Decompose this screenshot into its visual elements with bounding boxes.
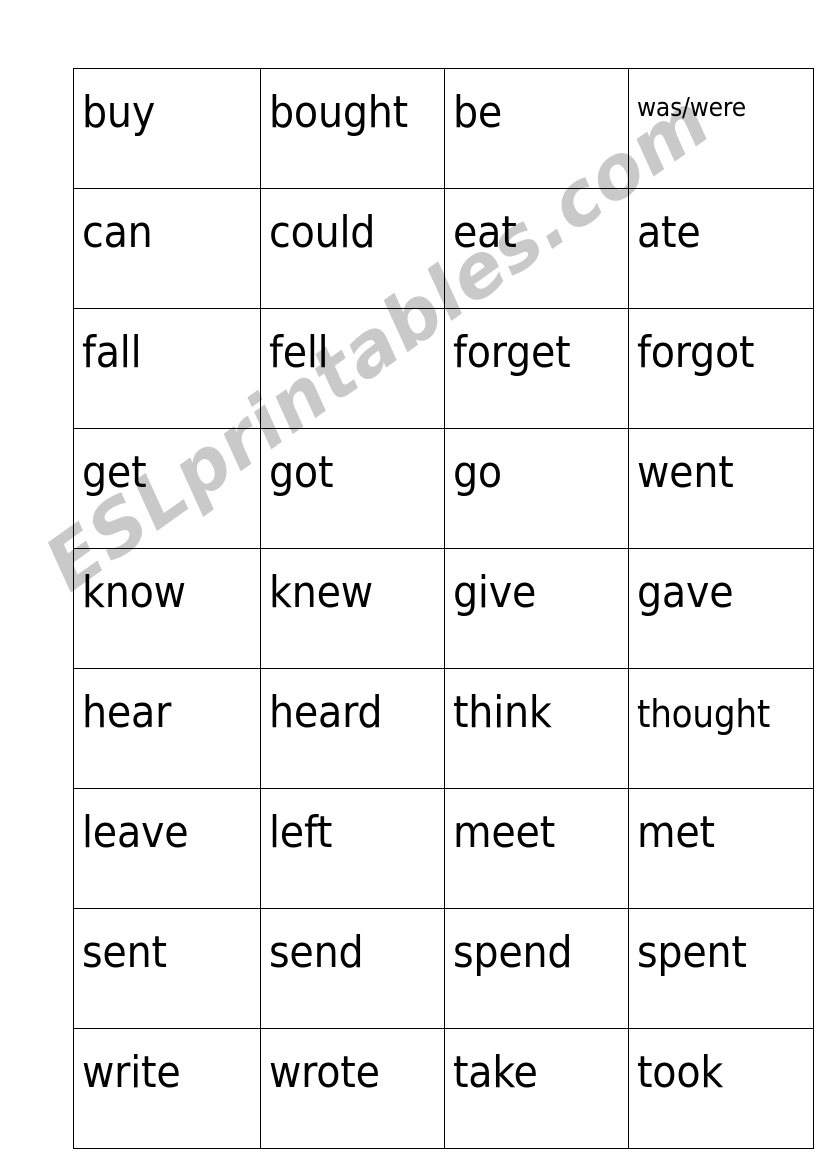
verb-cell: know (73, 548, 261, 669)
table-row: fall fell forget forgot (73, 308, 814, 429)
verb-cell: give (444, 548, 629, 669)
table-row: buy bought be was/were (73, 68, 814, 189)
table-row: know knew give gave (73, 548, 814, 669)
verb-cell: gave (628, 548, 814, 669)
verb-cell: fall (73, 308, 261, 429)
verb-cell: be (444, 68, 629, 189)
verb-cell: go (444, 428, 629, 549)
worksheet-page: ESLprintables.com buy bought be was/were can… (0, 0, 826, 1169)
verb-cell: heard (260, 668, 445, 789)
verb-cell: met (628, 788, 814, 909)
table-row: write wrote take took (73, 1028, 814, 1149)
verb-cell: leave (73, 788, 261, 909)
verb-cell: buy (73, 68, 261, 189)
table-row: hear heard think thought (73, 668, 814, 789)
verb-cell: write (73, 1028, 261, 1149)
verb-cell: send (260, 908, 445, 1029)
verb-cell: wrote (260, 1028, 445, 1149)
verb-cell: spent (628, 908, 814, 1029)
verb-cell: bought (260, 68, 445, 189)
verb-cell: spend (444, 908, 629, 1029)
verb-cell: was/were (628, 68, 814, 189)
verb-cell: forgot (628, 308, 814, 429)
table-row: sent send spend spent (73, 908, 814, 1029)
verb-cell: thought (628, 668, 814, 789)
verb-cell: could (260, 188, 445, 309)
verb-cell: sent (73, 908, 261, 1029)
verb-cell: fell (260, 308, 445, 429)
verb-cell: forget (444, 308, 629, 429)
verb-cell: can (73, 188, 261, 309)
verb-cell: eat (444, 188, 629, 309)
verb-cell: went (628, 428, 814, 549)
verb-cell: meet (444, 788, 629, 909)
table-row: leave left meet met (73, 788, 814, 909)
verb-cell: left (260, 788, 445, 909)
verb-cell: got (260, 428, 445, 549)
verb-cell: took (628, 1028, 814, 1149)
verb-cell: ate (628, 188, 814, 309)
table-row: get got go went (73, 428, 814, 549)
irregular-verbs-table: buy bought be was/were can could eat ate fall fel… (73, 68, 814, 1149)
table-row: can could eat ate (73, 188, 814, 309)
verb-cell: get (73, 428, 261, 549)
irregular-verbs-table-container: buy bought be was/were can could eat ate fall fel… (73, 68, 814, 1149)
verb-cell: knew (260, 548, 445, 669)
verb-cell: take (444, 1028, 629, 1149)
verb-cell: hear (73, 668, 261, 789)
verb-cell: think (444, 668, 629, 789)
